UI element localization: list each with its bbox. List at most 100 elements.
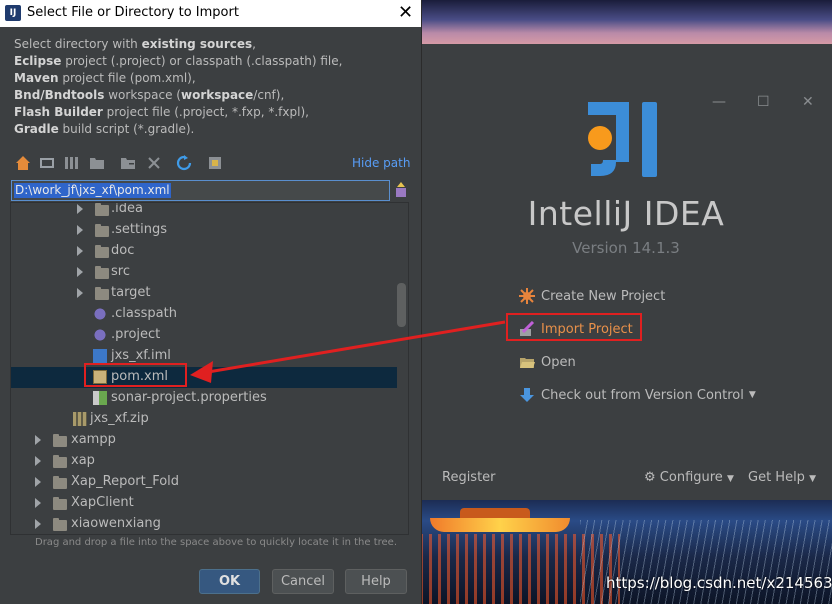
dialog-titlebar: IJ Select File or Directory to Import ✕ (0, 0, 421, 27)
properties-file-icon (93, 391, 107, 405)
folder-icon (95, 245, 109, 258)
folder-icon (53, 497, 67, 510)
expand-arrow-icon[interactable] (35, 456, 41, 466)
home-icon[interactable] (15, 155, 31, 171)
tree-item-label: .idea (111, 202, 143, 216)
expand-arrow-icon[interactable] (35, 498, 41, 508)
tree-row[interactable]: .classpath (11, 304, 397, 325)
tree-row[interactable]: xap (11, 451, 397, 472)
tree-row[interactable]: sonar-project.properties (11, 388, 397, 409)
intellij-app-icon: IJ (5, 5, 21, 21)
chevron-down-icon: ▼ (809, 474, 817, 484)
tree-item-label: .project (111, 327, 161, 342)
eclipse-file-icon (93, 328, 107, 342)
tree-item-label: target (111, 285, 151, 300)
folder-icon (95, 266, 109, 279)
tree-row[interactable]: .idea (11, 202, 397, 220)
tree-item-label: .classpath (111, 306, 177, 321)
configure-menu[interactable]: ⚙ Configure ▼ (644, 470, 734, 485)
tree-item-label: .settings (111, 222, 167, 237)
tree-item-label: xampp (71, 432, 116, 447)
gear-icon: ⚙ (644, 470, 656, 485)
expand-arrow-icon[interactable] (35, 519, 41, 529)
hide-path-link[interactable]: Hide path (352, 156, 410, 170)
eclipse-file-icon (93, 307, 107, 321)
tree-item-label: doc (111, 243, 135, 258)
tree-row[interactable]: src (11, 262, 397, 283)
open-label: Open (541, 354, 576, 370)
path-input-value: D:\work_jf\jxs_xf\pom.xml (14, 183, 171, 198)
register-link[interactable]: Register (442, 470, 496, 485)
tree-row-selected[interactable]: pom.xml (11, 367, 397, 388)
checkout-vcs-action[interactable]: Check out from Version Control ▼ (519, 384, 756, 406)
tree-row[interactable]: doc (11, 241, 397, 262)
folder-icon (95, 203, 109, 216)
delete-icon[interactable] (146, 155, 162, 171)
folder-icon (53, 455, 67, 468)
starburst-icon (519, 288, 535, 304)
show-hidden-icon[interactable] (207, 155, 223, 171)
refresh-icon[interactable] (176, 155, 192, 171)
desktop-icon[interactable] (39, 155, 55, 171)
tree-row[interactable]: XapClient (11, 493, 397, 514)
product-name: IntelliJ IDEA (527, 194, 725, 233)
path-input[interactable]: D:\work_jf\jxs_xf\pom.xml (11, 180, 390, 201)
tree-item-label: XapClient (71, 495, 134, 510)
open-action[interactable]: Open (519, 351, 576, 373)
archive-file-icon (73, 412, 87, 426)
module-folder-icon[interactable] (89, 155, 105, 171)
get-help-menu[interactable]: Get Help ▼ (748, 470, 816, 485)
tree-row[interactable]: xiaowenxiang (11, 514, 397, 534)
tree-row[interactable]: xampp (11, 430, 397, 451)
desktop-sky (420, 0, 832, 44)
tree-row[interactable]: jxs_xf.zip (11, 409, 397, 430)
maximize-icon[interactable]: ☐ (757, 94, 770, 110)
new-folder-icon[interactable] (120, 155, 136, 171)
folder-icon (53, 476, 67, 489)
import-dialog: IJ Select File or Directory to Import ✕ … (0, 0, 422, 604)
expand-arrow-icon[interactable] (77, 288, 83, 298)
file-tree: .idea .settings doc src target .classpath .pro… (10, 202, 409, 535)
folder-icon (95, 287, 109, 300)
create-new-project-action[interactable]: Create New Project (519, 285, 665, 307)
help-button[interactable]: Help (345, 569, 407, 594)
close-icon[interactable]: ✕ (398, 2, 413, 23)
ok-button[interactable]: OK (199, 569, 260, 594)
configure-label: Configure (659, 470, 723, 485)
tree-item-label: jxs_xf.iml (111, 348, 171, 363)
tree-row[interactable]: Xap_Report_Fold (11, 472, 397, 493)
folder-open-icon (520, 358, 535, 368)
tree-item-label: Xap_Report_Fold (71, 474, 180, 489)
history-icon[interactable] (394, 182, 408, 198)
expand-arrow-icon[interactable] (77, 267, 83, 277)
minimize-icon[interactable]: — (712, 94, 726, 110)
folder-icon (95, 224, 109, 237)
tree-row[interactable]: target (11, 283, 397, 304)
dialog-title: Select File or Directory to Import (27, 5, 239, 20)
watermark: https://blog.csdn.net/x2145637 (606, 574, 832, 592)
expand-arrow-icon[interactable] (77, 246, 83, 256)
cancel-button[interactable]: Cancel (272, 569, 334, 594)
tree-item-label: xap (71, 453, 95, 468)
pom-xml-highlight (84, 363, 187, 387)
create-new-project-label: Create New Project (541, 288, 666, 304)
drag-drop-hint: Drag and drop a file into the space abov… (35, 537, 398, 548)
checkout-vcs-label: Check out from Version Control (541, 387, 744, 403)
expand-arrow-icon[interactable] (35, 477, 41, 487)
intellij-logo (588, 102, 657, 177)
tree-row[interactable]: jxs_xf.iml (11, 346, 397, 367)
expand-arrow-icon[interactable] (77, 225, 83, 235)
close-icon[interactable]: ✕ (802, 94, 814, 110)
tree-row[interactable]: .project (11, 325, 397, 346)
download-arrow-icon (520, 388, 534, 402)
tree-item-label: xiaowenxiang (71, 516, 161, 531)
expand-arrow-icon[interactable] (77, 204, 83, 214)
tree-row[interactable]: .settings (11, 220, 397, 241)
project-icon[interactable] (63, 155, 79, 171)
tree-scrollbar[interactable] (397, 283, 406, 327)
product-version: Version 14.1.3 (572, 239, 680, 257)
get-help-label: Get Help (748, 470, 805, 485)
dialog-description: Select directory with existing sources, … (14, 37, 343, 136)
expand-arrow-icon[interactable] (35, 435, 41, 445)
import-project-highlight (506, 313, 642, 341)
